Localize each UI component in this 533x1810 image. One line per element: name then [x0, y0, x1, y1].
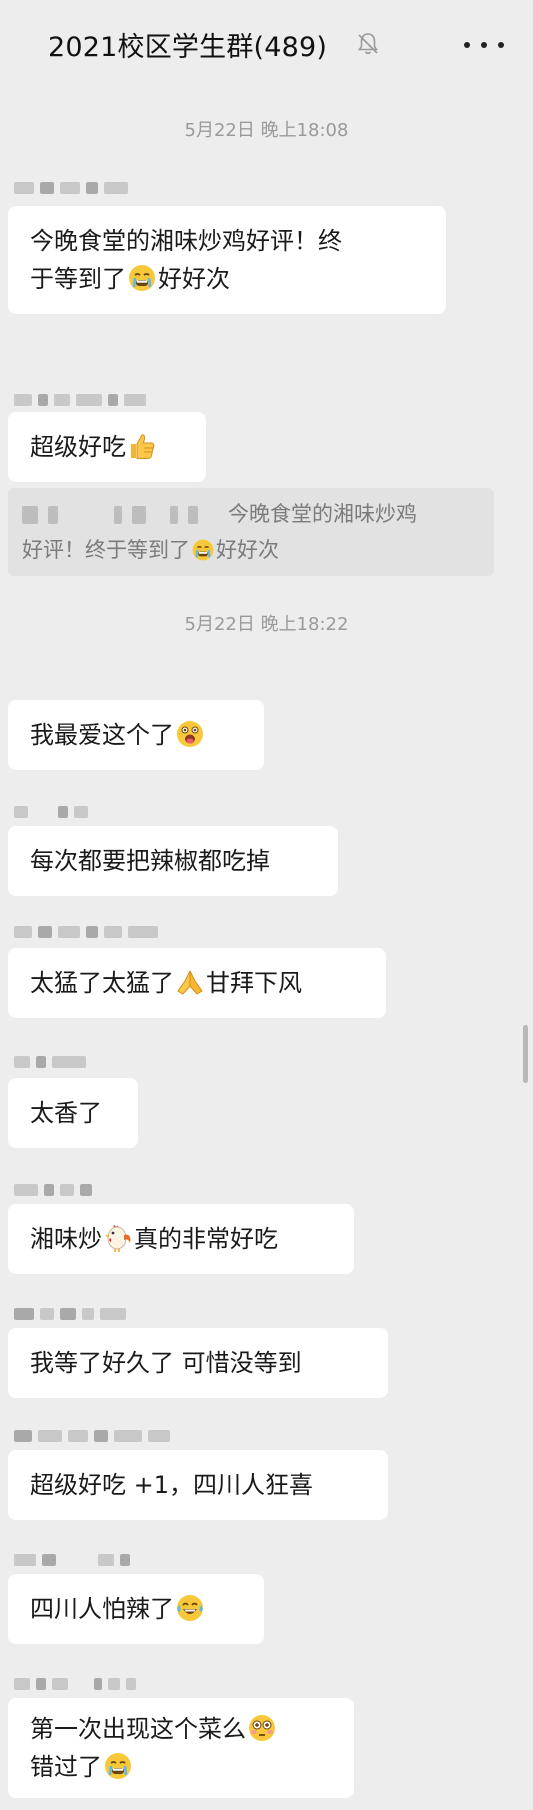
- more-button[interactable]: [464, 28, 504, 62]
- message-text: 好好次: [158, 265, 230, 293]
- message-text: 湘味炒: [30, 1225, 102, 1253]
- crying-face-emoji: [105, 1753, 131, 1779]
- message-text: 我最爱这个了: [30, 721, 174, 749]
- message-bubble[interactable]: 超级好吃 +1，四川人狂喜: [8, 1450, 388, 1520]
- sender-name-blurred: [14, 1306, 126, 1322]
- message-text: 超级好吃 +1，四川人狂喜: [30, 1471, 314, 1499]
- bell-slash-icon: [358, 33, 378, 55]
- message-text: 真的非常好吃: [134, 1225, 278, 1253]
- more-icon: [464, 42, 470, 48]
- sender-name-blurred: [14, 924, 158, 940]
- quoted-text: 好好次: [216, 538, 279, 562]
- message-text: 四川人怕辣了: [30, 1595, 174, 1623]
- message-bubble[interactable]: 今晚食堂的湘味炒鸡好评！终 于等到了 好好次: [8, 206, 446, 314]
- sender-name-blurred: [14, 1552, 130, 1568]
- quoted-message[interactable]: 今晚食堂的湘味炒鸡 好评！终于等到了 好好次: [8, 488, 494, 576]
- sender-name-blurred: [14, 180, 128, 196]
- message-bubble[interactable]: 超级好吃: [8, 412, 206, 482]
- thumbs-up-emoji: [131, 434, 155, 459]
- message-text: 超级好吃: [30, 433, 126, 461]
- chat-header: 2021校区学生群(489): [0, 0, 533, 92]
- message-bubble[interactable]: 太猛了太猛了 甘拜下风: [8, 948, 386, 1018]
- message-text: 太香了: [30, 1099, 102, 1127]
- praying-hands-emoji: [177, 970, 203, 995]
- quoted-text: 好评！终于等到了: [22, 538, 190, 562]
- message-text: 错过了: [30, 1753, 102, 1781]
- quoted-sender-blurred: [22, 506, 198, 524]
- sender-name-blurred: [14, 1054, 86, 1070]
- message-text: 我等了好久了 可惜没等到: [30, 1349, 302, 1377]
- message-bubble[interactable]: 湘味炒 真的非常好吃: [8, 1204, 354, 1274]
- crying-face-emoji: [192, 539, 214, 561]
- scrollbar[interactable]: [523, 1025, 528, 1083]
- crying-face-emoji: [129, 265, 155, 291]
- message-bubble[interactable]: 第一次出现这个菜么 错过了: [8, 1698, 354, 1798]
- chat-title[interactable]: 2021校区学生群(489): [48, 25, 327, 64]
- message-bubble[interactable]: 我等了好久了 可惜没等到: [8, 1328, 388, 1398]
- flushed-face-emoji: [249, 1715, 275, 1741]
- sender-name-blurred: [14, 804, 88, 820]
- timestamp: 5月22日 晚上18:08: [184, 120, 349, 141]
- message-bubble[interactable]: 太香了: [8, 1078, 138, 1148]
- message-text: 甘拜下风: [206, 969, 302, 997]
- sender-name-blurred: [14, 392, 146, 408]
- sender-name-blurred: [14, 1428, 170, 1444]
- sender-name-blurred: [14, 1182, 92, 1198]
- rooster-emoji: [105, 1225, 131, 1252]
- timestamp: 5月22日 晚上18:22: [184, 614, 349, 635]
- message-text: 今晚食堂的湘味炒鸡好评！终: [30, 227, 342, 255]
- tears-of-joy-emoji: [177, 1595, 203, 1621]
- sender-name-blurred: [14, 1676, 136, 1692]
- message-text: 每次都要把辣椒都吃掉: [30, 847, 270, 875]
- message-text: 于等到了: [30, 265, 126, 293]
- message-bubble[interactable]: 每次都要把辣椒都吃掉: [8, 826, 338, 896]
- message-bubble[interactable]: 四川人怕辣了: [8, 1574, 264, 1644]
- drooling-face-emoji: [177, 721, 203, 747]
- message-text: 第一次出现这个菜么: [30, 1715, 246, 1743]
- message-bubble[interactable]: 我最爱这个了: [8, 700, 264, 770]
- quoted-text: 今晚食堂的湘味炒鸡: [228, 502, 417, 526]
- message-text: 太猛了太猛了: [30, 969, 174, 997]
